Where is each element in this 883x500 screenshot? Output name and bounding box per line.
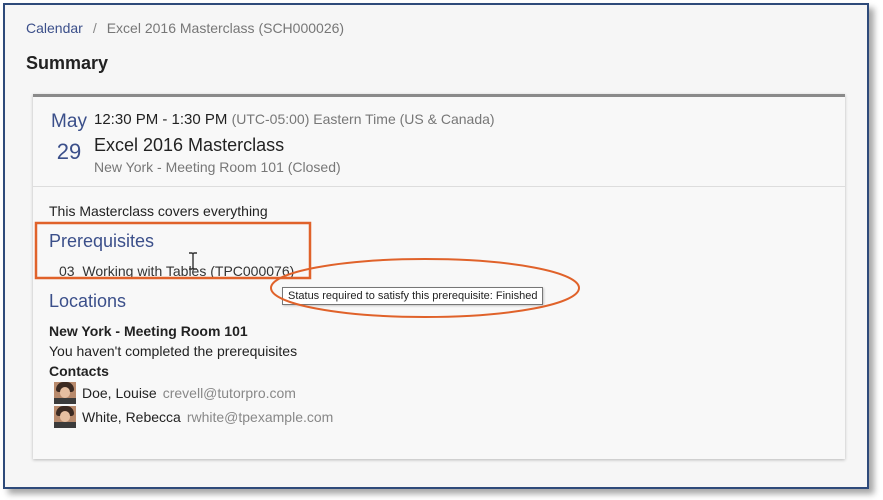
event-time-range: 12:30 PM - 1:30 PM <box>94 111 228 128</box>
locations-heading: Locations <box>49 291 127 311</box>
contact-name: White, Rebecca <box>82 409 181 425</box>
breadcrumb: Calendar / Excel 2016 Masterclass (SCH0000… <box>26 20 344 36</box>
event-day: 29 <box>56 139 82 164</box>
event-time: 12:30 PM - 1:30 PM (UTC-05:00) Eastern T… <box>94 111 495 128</box>
page-title: Summary <box>26 53 109 73</box>
location-message: You haven't completed the prerequisites <box>49 343 298 359</box>
breadcrumb-separator: / <box>92 20 97 36</box>
event-location: New York - Meeting Room 101 (Closed) <box>94 159 341 175</box>
contact-email[interactable]: rwhite@tpexample.com <box>187 409 334 425</box>
avatar <box>54 382 76 404</box>
prerequisite-item[interactable]: 03_Working with Tables (TPC000076) <box>59 263 294 279</box>
prerequisite-tooltip: Status required to satisfy this prerequi… <box>282 287 544 305</box>
contact-name: Doe, Louise <box>82 385 157 401</box>
event-date: May 29 <box>49 111 89 165</box>
event-month: May <box>51 111 87 132</box>
location-name: New York - Meeting Room 101 <box>49 323 248 339</box>
card-divider <box>33 186 845 187</box>
breadcrumb-current: Excel 2016 Masterclass (SCH000026) <box>106 20 345 36</box>
text-cursor-icon <box>189 252 197 270</box>
event-description: This Masterclass covers everything <box>49 203 268 219</box>
event-card: May 29 12:30 PM - 1:30 PM (UTC-05:00) Ea… <box>33 94 845 459</box>
prerequisites-heading: Prerequisites <box>49 231 155 251</box>
contact-row: White, Rebecca rwhite@tpexample.com <box>54 406 333 428</box>
contact-email[interactable]: crevell@tutorpro.com <box>163 385 296 401</box>
event-title: Excel 2016 Masterclass <box>94 135 285 155</box>
event-timezone: (UTC-05:00) Eastern Time (US & Canada) <box>231 111 495 127</box>
breadcrumb-calendar-link[interactable]: Calendar <box>26 20 83 36</box>
contacts-heading: Contacts <box>49 363 109 379</box>
app-frame: Calendar / Excel 2016 Masterclass (SCH0000… <box>3 3 869 489</box>
contact-row: Doe, Louise crevell@tutorpro.com <box>54 382 296 404</box>
avatar <box>54 406 76 428</box>
